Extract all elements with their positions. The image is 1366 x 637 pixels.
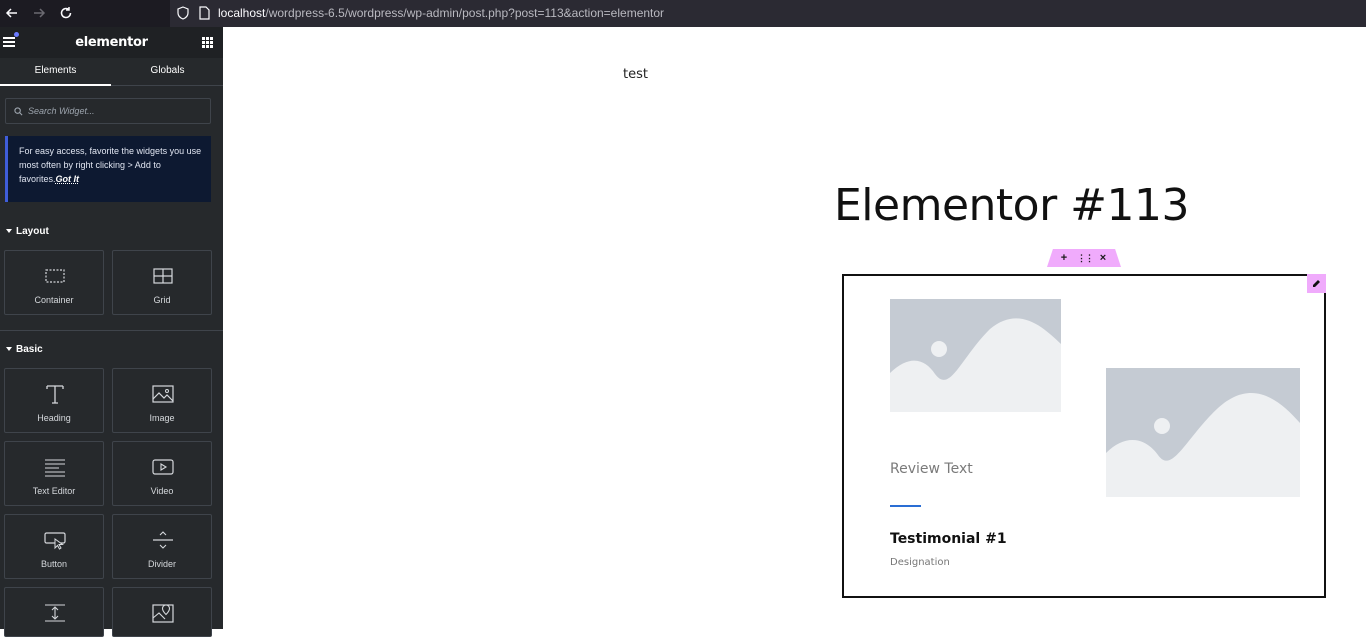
url-path: /wordpress-6.5/wordpress/wp-admin/post.p…: [265, 6, 665, 20]
widget-label: Image: [149, 413, 175, 423]
heading-icon: [46, 385, 64, 404]
panel-divider: [0, 330, 223, 331]
image-placeholder[interactable]: [1106, 368, 1300, 497]
widget-image[interactable]: Image: [112, 368, 212, 433]
reload-icon: [60, 7, 72, 19]
widget-video[interactable]: Video: [112, 441, 212, 506]
widget-button[interactable]: Button: [4, 514, 104, 579]
apps-grid-icon[interactable]: [202, 37, 213, 48]
move-handle-icon[interactable]: ⋮⋮: [1077, 251, 1094, 265]
pencil-icon: [1313, 280, 1320, 287]
panel-header: elementor: [0, 27, 223, 58]
search-icon: [14, 107, 23, 116]
widget-label: Grid: [153, 295, 171, 305]
tip-text: For easy access, favorite the widgets yo…: [19, 146, 202, 184]
caret-down-icon: [6, 229, 12, 234]
caret-down-icon: [6, 347, 12, 352]
image-icon: [152, 385, 174, 403]
widget-label: Video: [150, 486, 174, 496]
section-layout-title[interactable]: Layout: [6, 226, 49, 237]
container-icon: [45, 269, 65, 283]
shield-icon[interactable]: [176, 6, 190, 20]
widget-label: Divider: [147, 559, 176, 569]
widget-grid[interactable]: Grid: [112, 250, 212, 315]
page-icon[interactable]: [197, 6, 211, 20]
grid-icon: [153, 268, 173, 284]
test-text: test: [623, 67, 648, 82]
tab-elements[interactable]: Elements: [0, 58, 111, 86]
widget-text-editor[interactable]: Text Editor: [4, 441, 104, 506]
reload-button[interactable]: [57, 4, 75, 22]
arrow-left-icon: [5, 8, 17, 18]
testimonial-name: Testimonial #1: [890, 531, 1007, 547]
widget-label: Text Editor: [32, 486, 76, 496]
image-placeholder[interactable]: [890, 299, 1061, 412]
video-icon: [152, 459, 174, 475]
review-text: Review Text: [890, 461, 973, 477]
widget-spacer[interactable]: [4, 587, 104, 637]
search-input[interactable]: [28, 103, 208, 119]
testimonial-designation: Designation: [890, 557, 950, 568]
add-element-button[interactable]: +: [1057, 251, 1071, 265]
url-host: localhost: [218, 6, 266, 20]
widget-google-maps[interactable]: [112, 587, 212, 637]
section-basic-label: Basic: [16, 344, 43, 355]
divider-icon: [153, 531, 173, 549]
delete-container-button[interactable]: ×: [1096, 251, 1110, 265]
widget-heading[interactable]: Heading: [4, 368, 104, 433]
back-button[interactable]: [3, 4, 21, 22]
widget-search[interactable]: [5, 98, 211, 124]
accent-divider: [890, 505, 921, 507]
widget-divider[interactable]: Divider: [112, 514, 212, 579]
landscape-image-icon: [1106, 392, 1300, 497]
widget-container[interactable]: Container: [4, 250, 104, 315]
got-it-link[interactable]: Got It: [56, 174, 80, 184]
elementor-panel: elementor Elements Globals For easy acce…: [0, 27, 223, 637]
widget-label: Button: [40, 559, 68, 569]
forward-button[interactable]: [30, 4, 48, 22]
button-icon: [44, 532, 66, 550]
landscape-image-icon: [890, 318, 1061, 412]
container-handle: + ⋮⋮ ×: [1047, 249, 1121, 267]
arrow-right-icon: [34, 8, 46, 18]
map-icon: [152, 604, 174, 623]
tab-globals[interactable]: Globals: [112, 58, 223, 86]
spacer-icon: [45, 604, 65, 622]
url-text[interactable]: localhost/wordpress-6.5/wordpress/wp-adm…: [218, 6, 664, 20]
section-layout-label: Layout: [16, 226, 49, 237]
panel-tabs: Elements Globals: [0, 58, 223, 86]
favorites-tip: For easy access, favorite the widgets yo…: [5, 136, 211, 202]
page-title: Elementor #113: [834, 180, 1190, 231]
text-editor-icon: [45, 459, 65, 477]
browser-toolbar: localhost/wordpress-6.5/wordpress/wp-adm…: [0, 0, 1366, 27]
widget-label: Container: [34, 295, 74, 305]
section-basic-title[interactable]: Basic: [6, 344, 43, 355]
edit-widget-button[interactable]: [1307, 274, 1326, 293]
elementor-logo: elementor: [75, 35, 148, 50]
widget-label: Heading: [37, 413, 71, 423]
